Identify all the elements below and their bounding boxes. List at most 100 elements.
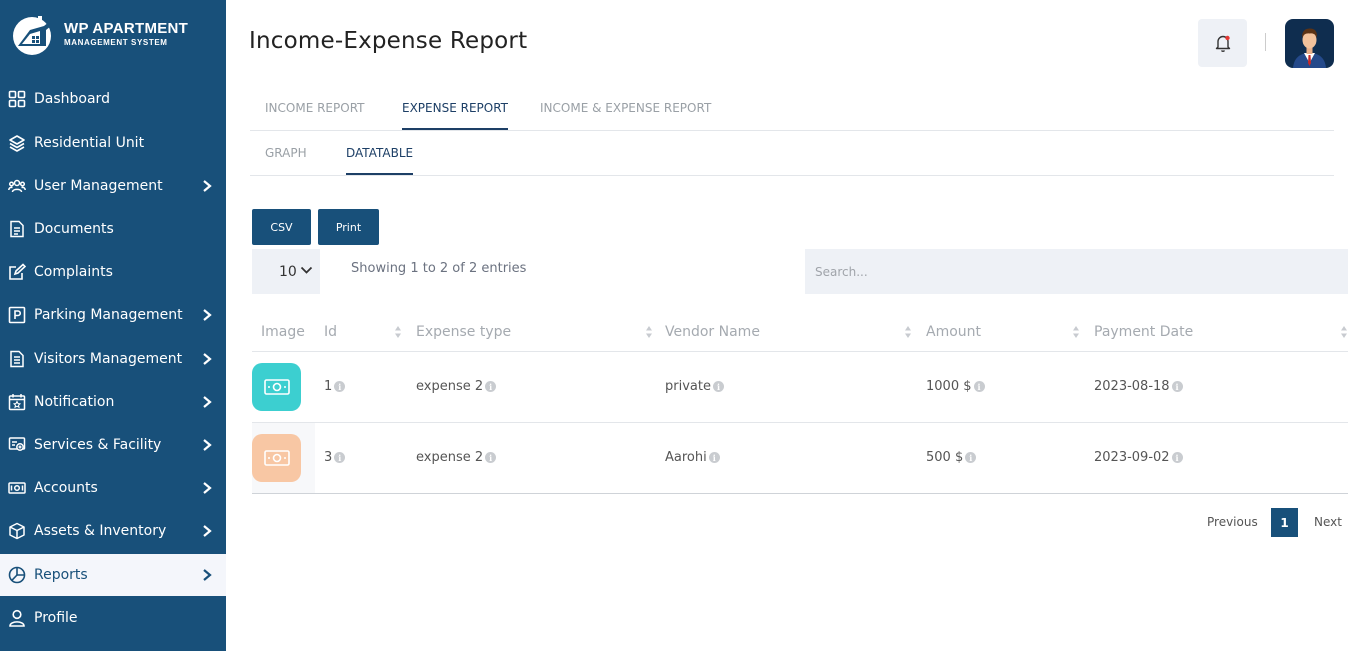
sidebar-item-label: Visitors Management	[34, 351, 183, 367]
sidebar: WP APARTMENT MANAGEMENT SYSTEM Dashboard…	[0, 0, 226, 651]
sort-icon[interactable]	[394, 325, 402, 339]
pagination-previous[interactable]: Previous	[1207, 515, 1258, 529]
sidebar-item-label: Assets & Inventory	[34, 523, 167, 539]
expense-image	[252, 434, 301, 482]
sidebar-item-assets-inventory[interactable]: Assets & Inventory	[0, 510, 226, 552]
report-tabs: INCOME REPORT EXPENSE REPORT INCOME & EX…	[250, 92, 1334, 131]
tab-graph[interactable]: GRAPH	[265, 146, 307, 175]
layers-icon	[8, 134, 26, 152]
sort-icon[interactable]	[904, 325, 912, 339]
chevron-right-icon	[203, 525, 212, 537]
pagination-page-1[interactable]: 1	[1271, 508, 1298, 537]
chevron-right-icon	[203, 569, 212, 581]
info-icon[interactable]: i	[973, 381, 985, 392]
info-icon[interactable]: i	[965, 452, 977, 463]
service-icon	[8, 436, 26, 454]
sidebar-item-user-management[interactable]: User Management	[0, 165, 226, 207]
info-icon[interactable]: i	[708, 452, 720, 463]
calendar-star-icon	[8, 393, 26, 411]
sidebar-item-parking-management[interactable]: Parking Management	[0, 294, 226, 336]
column-header-expense-type[interactable]: Expense type	[416, 324, 511, 340]
tab-income-report[interactable]: INCOME REPORT	[265, 101, 365, 130]
table-cell-amount: 500 $ i	[926, 450, 977, 465]
sidebar-item-label: Profile	[34, 610, 78, 626]
column-header-id[interactable]: Id	[324, 324, 337, 340]
sort-icon[interactable]	[1340, 325, 1348, 339]
tab-income-expense-report[interactable]: INCOME & EXPENSE REPORT	[540, 101, 711, 130]
info-icon[interactable]: i	[1171, 452, 1183, 463]
info-icon[interactable]: i	[334, 452, 346, 463]
chevron-right-icon	[203, 439, 212, 451]
sort-icon[interactable]	[1072, 325, 1080, 339]
bell-icon	[1215, 35, 1230, 52]
list-icon	[8, 350, 26, 368]
person-icon	[8, 609, 26, 627]
info-icon[interactable]: i	[485, 452, 497, 463]
column-header-vendor-name[interactable]: Vendor Name	[665, 324, 760, 340]
column-header-image: Image	[261, 324, 305, 340]
sidebar-item-label: Dashboard	[34, 91, 110, 107]
table-cell-vendor: private i	[665, 379, 724, 394]
sidebar-item-services-facility[interactable]: Services & Facility	[0, 424, 226, 466]
sidebar-item-label: Residential Unit	[34, 135, 145, 151]
tab-expense-report[interactable]: EXPENSE REPORT	[402, 101, 509, 130]
sidebar-item-reports[interactable]: Reports	[0, 554, 226, 596]
sidebar-item-complaints[interactable]: Complaints	[0, 251, 226, 293]
header-divider	[1265, 33, 1266, 51]
pagination-next[interactable]: Next	[1314, 515, 1342, 529]
chevron-right-icon	[203, 482, 212, 494]
column-header-amount[interactable]: Amount	[926, 324, 981, 340]
entries-length-select[interactable]: 10	[252, 249, 320, 294]
chevron-right-icon	[203, 309, 212, 321]
info-icon[interactable]: i	[712, 381, 724, 392]
print-button[interactable]: Print	[318, 209, 379, 245]
sidebar-item-label: Documents	[34, 221, 114, 237]
avatar[interactable]	[1285, 19, 1334, 68]
table-cell-vendor: Aarohi i	[665, 450, 720, 465]
sidebar-item-label: Notification	[34, 394, 115, 410]
info-icon[interactable]: i	[485, 381, 497, 392]
table-cell-id: 1i	[324, 379, 346, 394]
sort-icon[interactable]	[645, 325, 653, 339]
table-header-divider	[252, 351, 1348, 352]
sidebar-item-dashboard[interactable]: Dashboard	[0, 78, 226, 120]
brand-subtitle: MANAGEMENT SYSTEM	[64, 38, 168, 47]
money-icon	[8, 479, 26, 497]
notification-button[interactable]	[1198, 19, 1247, 67]
table-cell-expense-type: expense 2i	[416, 450, 497, 465]
grid-icon	[8, 90, 26, 108]
entries-length-value: 10	[279, 263, 297, 280]
csv-button[interactable]: CSV	[252, 209, 311, 245]
sidebar-item-profile[interactable]: Profile	[0, 597, 226, 639]
entries-info: Showing 1 to 2 of 2 entries	[351, 261, 527, 276]
user-avatar-icon	[1293, 28, 1326, 68]
sidebar-item-label: Complaints	[34, 264, 113, 280]
page-title: Income-Expense Report	[249, 28, 528, 54]
sidebar-item-accounts[interactable]: Accounts	[0, 467, 226, 509]
brand-logo[interactable]: WP APARTMENT MANAGEMENT SYSTEM	[10, 12, 188, 56]
info-icon[interactable]: i	[1171, 381, 1183, 392]
sidebar-item-visitors-management[interactable]: Visitors Management	[0, 338, 226, 380]
sidebar-item-label: Reports	[34, 567, 88, 583]
view-tabs: GRAPH DATATABLE	[250, 137, 1334, 176]
sidebar-item-documents[interactable]: Documents	[0, 208, 226, 250]
table-row-divider	[252, 422, 1348, 423]
sidebar-item-notification[interactable]: Notification	[0, 381, 226, 423]
money-icon	[263, 450, 290, 466]
sidebar-item-label: Accounts	[34, 480, 98, 496]
chevron-right-icon	[203, 353, 212, 365]
table-cell-amount: 1000 $ i	[926, 379, 985, 394]
table-cell-expense-type: expense 2i	[416, 379, 497, 394]
sidebar-item-residential-unit[interactable]: Residential Unit	[0, 122, 226, 164]
table-cell-id: 3i	[324, 450, 346, 465]
sidebar-item-label: User Management	[34, 178, 163, 194]
brand-title: WP APARTMENT	[64, 20, 189, 37]
box-icon	[8, 522, 26, 540]
table-bottom-divider	[252, 493, 1348, 494]
chevron-right-icon	[203, 180, 212, 192]
table-cell-date: 2023-09-02 i	[1094, 450, 1183, 465]
search-input[interactable]	[805, 249, 1348, 294]
info-icon[interactable]: i	[334, 381, 346, 392]
tab-datatable[interactable]: DATATABLE	[346, 146, 414, 175]
column-header-payment-date[interactable]: Payment Date	[1094, 324, 1193, 340]
